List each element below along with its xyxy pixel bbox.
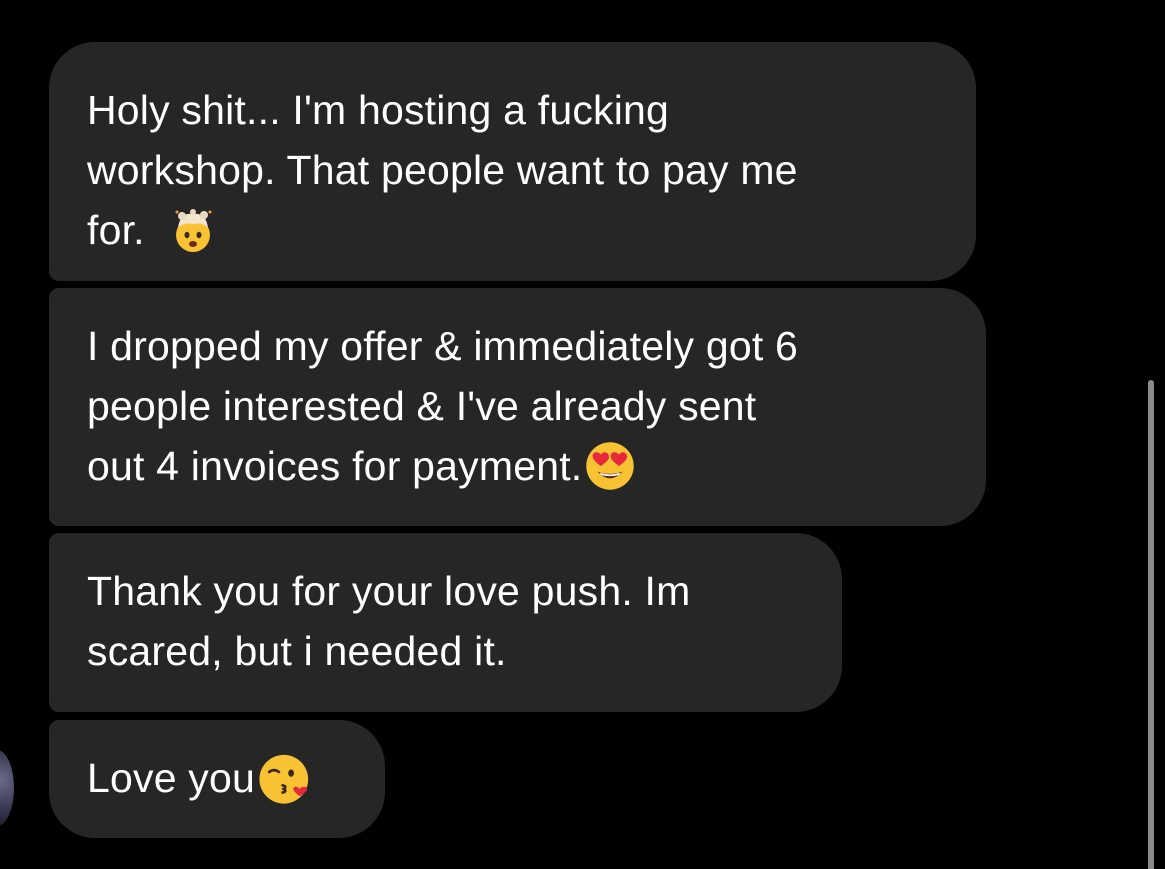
message-text: workshop. That people want to pay me <box>87 147 798 193</box>
message-text: scared, but i needed it. <box>87 628 507 674</box>
message-text: I dropped my offer & immediately got 6 <box>87 323 799 369</box>
message-text: Thank you for your love push. Im <box>87 568 691 614</box>
message-bubble[interactable]: Love you <box>49 720 385 838</box>
scrollbar[interactable] <box>1148 380 1154 869</box>
message-bubble[interactable]: Holy shit... I'm hosting a fucking works… <box>49 42 976 281</box>
message-text: out 4 invoices for payment. <box>87 443 583 489</box>
sender-avatar[interactable] <box>0 750 14 826</box>
message-bubble[interactable]: Thank you for your love push. Im scared,… <box>49 533 842 712</box>
kissing-heart-emoji-icon <box>259 754 309 804</box>
message-text: Holy shit... I'm hosting a fucking <box>87 87 670 133</box>
message-text: people interested & I've already sent <box>87 383 757 429</box>
message-bubble[interactable]: I dropped my offer & immediately got 6 p… <box>49 288 986 526</box>
heart-eyes-emoji-icon <box>586 442 635 490</box>
exploding-head-emoji-icon <box>175 209 212 252</box>
message-text: for. <box>87 207 145 253</box>
message-text: Love you <box>87 755 256 801</box>
